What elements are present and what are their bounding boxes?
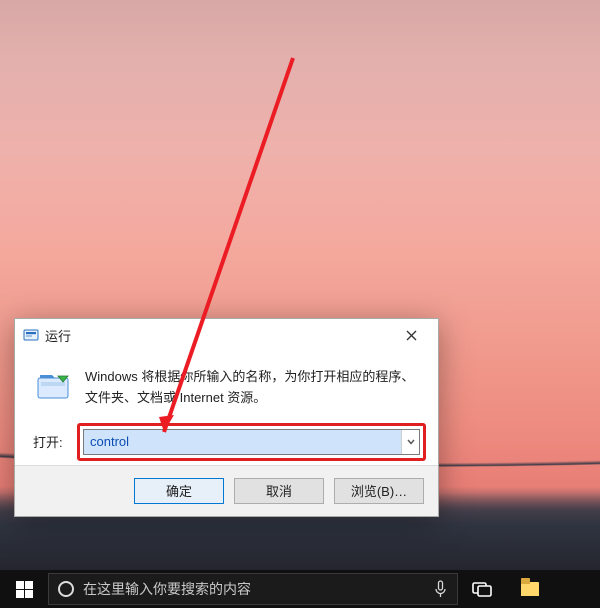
open-combobox[interactable] — [83, 429, 420, 455]
dialog-footer: 确定 取消 浏览(B)… — [15, 465, 438, 516]
windows-logo-icon — [16, 581, 33, 598]
taskbar-search-placeholder: 在这里输入你要搜索的内容 — [83, 579, 423, 599]
ok-button[interactable]: 确定 — [134, 478, 224, 504]
browse-button[interactable]: 浏览(B)… — [334, 478, 424, 504]
close-icon — [406, 330, 417, 341]
task-view-icon — [472, 581, 492, 597]
description-row: Windows 将根据你所输入的名称，为你打开相应的程序、文件夹、文档或 Int… — [33, 367, 420, 409]
desktop: 运行 Windows 将根据你所输入的名称，为你打开相应 — [0, 0, 600, 608]
cortana-icon — [49, 581, 83, 597]
dialog-description: Windows 将根据你所输入的名称，为你打开相应的程序、文件夹、文档或 Int… — [85, 367, 420, 409]
dialog-titlebar[interactable]: 运行 — [15, 319, 438, 351]
file-explorer-button[interactable] — [506, 570, 554, 608]
open-label: 打开: — [33, 432, 73, 451]
task-view-button[interactable] — [458, 570, 506, 608]
cancel-button[interactable]: 取消 — [234, 478, 324, 504]
mic-icon[interactable] — [423, 580, 457, 598]
open-row: 打开: — [33, 429, 420, 455]
taskbar-search[interactable]: 在这里输入你要搜索的内容 — [48, 573, 458, 605]
combobox-dropdown-button[interactable] — [401, 430, 419, 454]
close-button[interactable] — [388, 320, 434, 350]
run-title-icon — [23, 327, 39, 343]
file-explorer-icon — [521, 582, 539, 596]
open-input[interactable] — [84, 430, 401, 454]
taskbar: 在这里输入你要搜索的内容 — [0, 570, 600, 608]
run-dialog: 运行 Windows 将根据你所输入的名称，为你打开相应 — [14, 318, 439, 517]
chevron-down-icon — [407, 439, 415, 445]
run-folder-icon — [35, 369, 71, 405]
dialog-title: 运行 — [45, 326, 388, 345]
dialog-body: Windows 将根据你所输入的名称，为你打开相应的程序、文件夹、文档或 Int… — [15, 351, 438, 465]
start-button[interactable] — [0, 570, 48, 608]
